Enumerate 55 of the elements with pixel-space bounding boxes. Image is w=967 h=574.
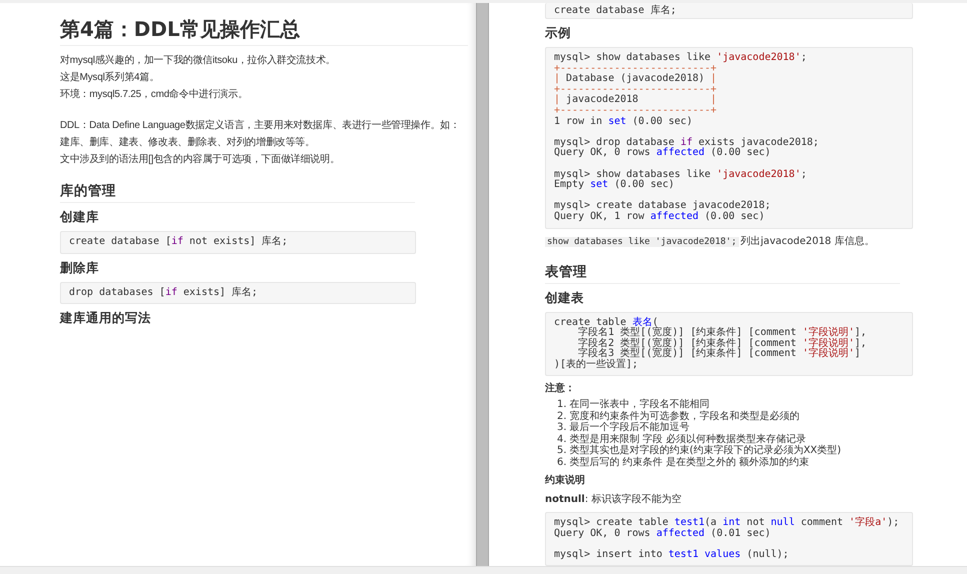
list-item-text: 宽度和约束条件为可选参数，字段名和类型是必须的 [570,410,800,422]
code-line: mysql> insert into test1 values (null); [554,548,789,560]
list-number: 6. [557,456,567,468]
list-number: 1. [557,399,567,411]
body-text: 这是Mysql系列第4篇。 [60,70,160,85]
list-item-text: 类型是用来限制 字段 必须以何种数据类型来存储记录 [570,434,806,445]
subsection-heading: 示例 [545,25,572,41]
code-line: Query OK, 1 row affected (0.00 sec) [554,210,765,222]
inline-code: show databases like 'javacode2018'; [545,236,739,246]
code-line: )[表的一些设置]; [554,358,638,370]
subsection-heading: 创建库 [60,209,100,225]
body-text: notnull: 标识该字段不能为空 [545,492,682,507]
body-text: 建库、删库、建表、修改表、删除表、对列的增删改等等。 [60,136,316,150]
bold-label: 注意： [545,381,576,396]
code-line: Query OK, 0 rows affected (0.01 sec) [554,528,771,538]
code-line: +-------------------------+ [554,62,717,74]
body-text: 对mysql感兴趣的，加一下我的微信itsoku，拉你入群交流技术。 [60,54,336,68]
list-number: 2. [557,410,567,422]
list-number: 3. [557,422,567,434]
article-title: 第4篇：DDL常见操作汇总 [60,17,468,46]
code-line: create database [if not exists] 库名; [69,236,288,247]
code-line: 字段名3 类型[(宽度)] [约束条件] [comment '字段说明'] [578,348,861,360]
code-line: Query OK, 0 rows affected (0.00 sec) [554,147,771,158]
code-line: | javacode2018 | [554,94,717,106]
code-line: Empty set (0.00 sec) [554,179,674,190]
subsection-heading: 建库通用的写法 [60,310,152,326]
list-number: 5. [557,445,567,456]
code-line: +-------------------------+ [554,84,717,95]
list-item-text: 类型其实也是对字段的约束(约束字段下的记录必须为XX类型) [570,445,842,456]
list-number: 4. [557,434,567,446]
body-text: 环境：mysql5.7.25，cmd命令中进行演示。 [60,88,249,102]
code-line: 字段名1 类型[(宽度)] [约束条件] [comment '字段说明'], [577,327,867,338]
code-line: create database 库名; [554,5,676,16]
list-item-text: 在同一张表中，字段名不能相同 [570,399,710,410]
code-line: mysql> show databases like 'javacode2018'; [554,168,807,180]
code-line: 字段名2 类型[(宽度)] [约束条件] [comment '字段说明'], [577,338,867,349]
code-line: mysql> create database javacode2018; [554,200,771,212]
list-item-text: 类型后写的 约束条件 是在类型之外的 额外添加的约束 [570,456,810,468]
code-line: +-------------------------+ [554,104,717,116]
code-line: mysql> drop database if exists javacode2018; [554,136,819,148]
code-line: 1 row in set (0.00 sec) [554,116,692,127]
list-item-text: 最后一个字段后不能加逗号 [570,422,690,434]
code-line: mysql> create table test1(a int not null comment '字段a'); [554,516,900,528]
section-heading: 库的管理 [60,182,415,203]
subsection-heading: 创建表 [545,290,585,306]
code-line: create table 表名( [554,316,658,328]
subsection-heading: 删除库 [60,260,100,276]
body-text: DDL：Data Define Language数据定义语言，主要用来对数据库、表进行一些管理操作。如： [60,118,461,133]
section-heading: 表管理 [545,262,900,284]
bold-label: 约束说明 [545,474,586,488]
body-text: 列出javacode2018 库信息。 [740,236,874,246]
code-line: mysql> show databases like 'javacode2018'; [554,52,807,63]
code-line: | Database (javacode2018) | [554,73,717,84]
code-line: drop databases [if exists] 库名; [69,286,258,298]
body-text: 文中涉及到的语法用[]包含的内容属于可选项，下面做详细说明。 [60,152,341,167]
